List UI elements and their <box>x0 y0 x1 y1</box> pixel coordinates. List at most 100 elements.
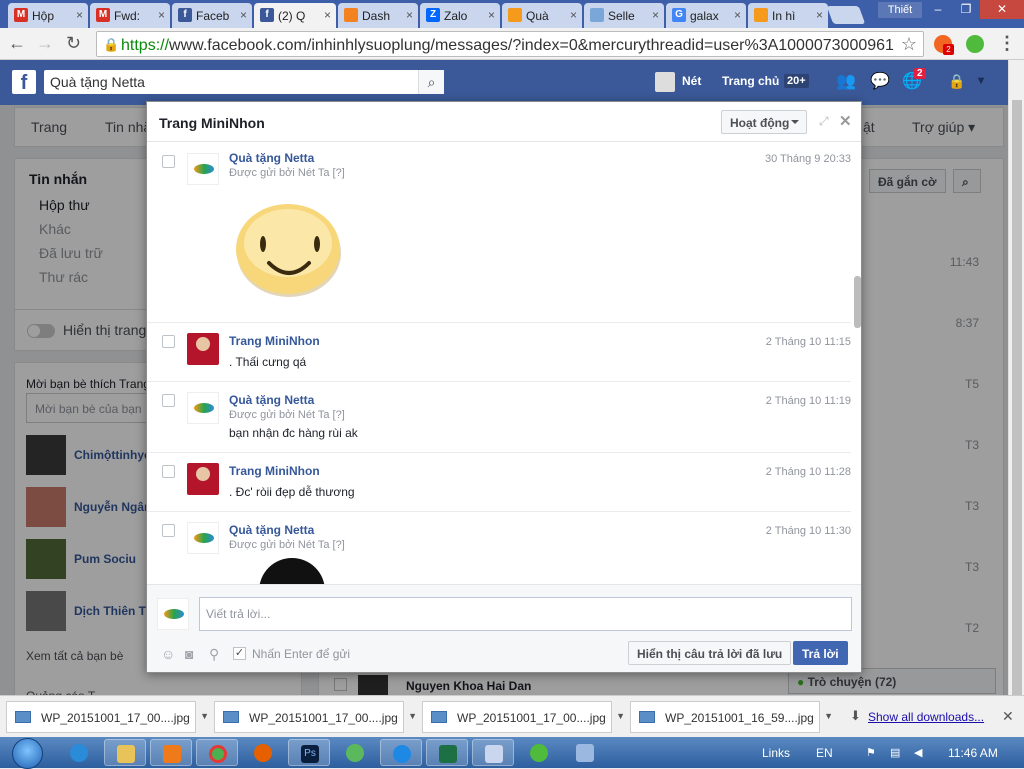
download-item[interactable]: WP_20151001_16_59....jpg ▼ <box>630 701 833 733</box>
close-icon[interactable]: × <box>488 8 495 22</box>
profile-name[interactable]: Thiết <box>878 2 922 18</box>
account-menu-icon[interactable]: ▾ <box>978 73 984 87</box>
links-toolbar[interactable]: Links <box>762 746 790 760</box>
clock[interactable]: 11:46 AM <box>948 746 998 760</box>
url-field[interactable]: 🔒 https://www.facebook.com/inhinhlysuopl… <box>96 31 924 57</box>
help-link[interactable]: [?] <box>333 167 345 179</box>
photo-attachment[interactable] <box>259 558 325 584</box>
flag-icon[interactable]: ⚑ <box>866 746 876 759</box>
language-indicator[interactable]: EN <box>816 746 833 760</box>
chevron-down-icon[interactable]: ▼ <box>616 711 625 721</box>
help-link[interactable]: [?] <box>333 409 345 421</box>
extension-icon[interactable] <box>966 35 984 53</box>
window-taskbar-button[interactable] <box>472 739 514 766</box>
chevron-down-icon[interactable]: ▼ <box>824 711 833 721</box>
help-link[interactable]: [?] <box>333 539 345 551</box>
emoji-icon[interactable]: ☺ <box>161 646 175 662</box>
nav-net[interactable]: Nét <box>682 74 701 88</box>
message-checkbox[interactable] <box>162 524 175 537</box>
scrollbar-thumb[interactable] <box>1012 100 1022 720</box>
media-player-taskbar-button[interactable] <box>150 739 192 766</box>
message-sender[interactable]: Trang MiniNhon <box>229 334 320 348</box>
camera-icon[interactable]: ◙ <box>185 646 193 662</box>
close-icon[interactable]: × <box>324 8 331 22</box>
browser-tab[interactable]: Ggalax × <box>666 3 746 28</box>
browser-tab[interactable]: M Hộp × <box>8 3 88 28</box>
messages-icon[interactable]: 💬 <box>870 71 890 91</box>
network-icon[interactable]: ▤ <box>890 746 900 759</box>
window-close-icon[interactable]: ✕ <box>980 0 1024 19</box>
close-icon[interactable]: × <box>734 8 741 22</box>
back-icon[interactable]: ← <box>8 33 26 54</box>
close-icon[interactable]: × <box>158 8 165 22</box>
download-item[interactable]: WP_20151001_17_00....jpg ▼ <box>214 701 417 733</box>
maximize-icon[interactable]: ❐ <box>952 0 980 19</box>
chevron-down-icon[interactable]: ▼ <box>200 711 209 721</box>
message-checkbox[interactable] <box>162 465 175 478</box>
chat-taskbar-button[interactable] <box>518 739 560 766</box>
browser-tab-active[interactable]: f (2) Q × <box>254 3 336 28</box>
reply-input[interactable]: Viết trả lời... <box>199 597 852 631</box>
enter-to-send-checkbox[interactable]: ✓ <box>233 647 246 660</box>
forward-icon[interactable]: → <box>36 33 54 54</box>
reload-icon[interactable]: ↻ <box>66 33 81 54</box>
excel-taskbar-button[interactable] <box>426 739 468 766</box>
browser-tab[interactable]: Dash × <box>338 3 418 28</box>
friend-requests-icon[interactable]: 👥 <box>836 71 856 91</box>
download-item[interactable]: WP_20151001_17_00....jpg ▼ <box>6 701 209 733</box>
search-input[interactable]: Quà tặng Netta ⌕ <box>44 70 444 94</box>
reply-button[interactable]: Trả lời <box>793 641 848 665</box>
minimize-icon[interactable]: – <box>924 0 952 19</box>
start-button[interactable] <box>6 737 46 769</box>
volume-icon[interactable]: ◀ <box>914 746 922 759</box>
message-sender[interactable]: Quà tặng Netta <box>229 151 314 165</box>
status-dropdown[interactable]: Hoạt động <box>721 110 807 134</box>
browser-tab[interactable]: In hì × <box>748 3 828 28</box>
app-taskbar-button[interactable] <box>334 739 376 766</box>
photoshop-taskbar-button[interactable]: Ps <box>288 739 330 766</box>
close-icon[interactable]: × <box>816 8 823 22</box>
bookmark-star-icon[interactable]: ☆ <box>901 34 917 55</box>
facebook-logo-icon[interactable]: f <box>12 70 36 94</box>
close-icon[interactable]: × <box>76 8 83 22</box>
close-icon[interactable]: × <box>652 8 659 22</box>
search-icon[interactable]: ⌕ <box>418 70 444 94</box>
download-item[interactable]: WP_20151001_17_00....jpg ▼ <box>422 701 625 733</box>
page-scrollbar[interactable] <box>1008 60 1024 720</box>
browser-tab[interactable]: Quà × <box>502 3 582 28</box>
browser-tab[interactable]: Z Zalo × <box>420 3 500 28</box>
app-taskbar-button[interactable] <box>380 739 422 766</box>
dialog-scrollbar-thumb[interactable] <box>854 276 861 328</box>
browser-tab[interactable]: f Faceb × <box>172 3 252 28</box>
chevron-down-icon[interactable]: ▼ <box>408 711 417 721</box>
ie-taskbar-button[interactable] <box>58 739 100 766</box>
nav-home[interactable]: Trang chủ <box>722 74 779 88</box>
saved-replies-button[interactable]: Hiển thị câu trả lời đã lưu <box>628 641 792 665</box>
firefox-taskbar-button[interactable] <box>242 739 284 766</box>
browser-tab[interactable]: Selle × <box>584 3 664 28</box>
extension-icon[interactable]: 2 <box>934 35 954 55</box>
close-icon[interactable]: × <box>570 8 577 22</box>
privacy-icon[interactable]: 🔒 <box>948 73 965 90</box>
browser-tab[interactable]: M Fwd: × <box>90 3 170 28</box>
message-sender[interactable]: Quà tặng Netta <box>229 523 314 537</box>
app-taskbar-button[interactable] <box>564 739 606 766</box>
close-icon[interactable]: × <box>240 8 247 22</box>
attach-icon[interactable]: ⚲ <box>209 646 219 663</box>
show-all-downloads-link[interactable]: Show all downloads... <box>868 710 984 724</box>
profile-avatar[interactable] <box>655 72 675 92</box>
new-tab-button[interactable] <box>826 6 866 24</box>
close-icon[interactable]: ✕ <box>839 112 852 130</box>
explorer-taskbar-button[interactable] <box>104 739 146 766</box>
message-checkbox[interactable] <box>162 335 175 348</box>
tab-label: Fwd: <box>114 9 141 23</box>
expand-icon[interactable]: ⤢ <box>819 114 829 129</box>
chrome-taskbar-button[interactable] <box>196 739 238 766</box>
message-checkbox[interactable] <box>162 394 175 407</box>
close-icon[interactable]: ✕ <box>1002 708 1014 725</box>
message-checkbox[interactable] <box>162 155 175 168</box>
close-icon[interactable]: × <box>406 8 413 22</box>
message-sender[interactable]: Trang MiniNhon <box>229 464 320 478</box>
menu-icon[interactable]: ⋮ <box>998 33 1016 54</box>
message-sender[interactable]: Quà tặng Netta <box>229 393 314 407</box>
